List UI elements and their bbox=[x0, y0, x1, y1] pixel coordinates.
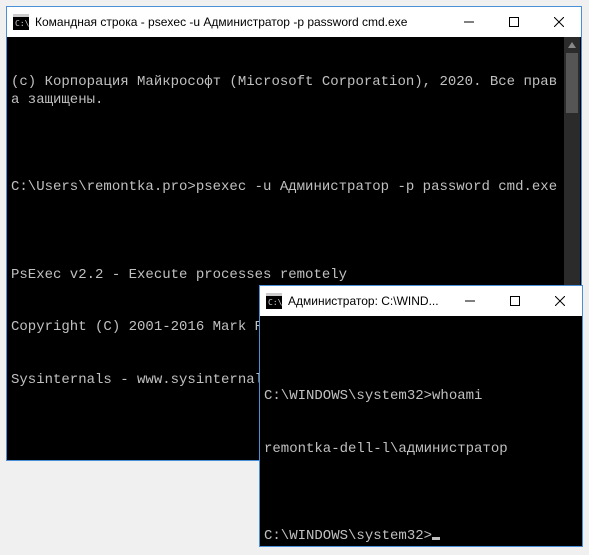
window-controls bbox=[446, 7, 581, 37]
cursor bbox=[432, 537, 440, 540]
titlebar[interactable]: C:\ Администратор: C:\WIND... bbox=[260, 286, 582, 316]
window-controls bbox=[447, 286, 582, 316]
scroll-thumb[interactable] bbox=[566, 53, 578, 113]
close-button[interactable] bbox=[537, 286, 582, 316]
cmd-window-admin: C:\ Администратор: C:\WIND... C:\WINDOWS… bbox=[259, 285, 583, 547]
cmd-icon: C:\ bbox=[13, 14, 29, 30]
prompt-text: C:\WINDOWS\system32> bbox=[264, 528, 432, 544]
window-title: Администратор: C:\WIND... bbox=[288, 294, 447, 308]
svg-text:C:\: C:\ bbox=[15, 19, 29, 28]
terminal-line: (c) Корпорация Майкрософт (Microsoft Cor… bbox=[11, 74, 563, 109]
terminal-output[interactable]: C:\WINDOWS\system32>whoami remontka-dell… bbox=[260, 316, 582, 546]
terminal-line: remontka-dell-l\администратор bbox=[264, 441, 578, 459]
scroll-up-icon[interactable] bbox=[564, 37, 580, 53]
minimize-button[interactable] bbox=[446, 7, 491, 37]
close-button[interactable] bbox=[536, 7, 581, 37]
terminal-line: PsExec v2.2 - Execute processes remotely bbox=[11, 267, 563, 285]
window-title: Командная строка - psexec -u Администрат… bbox=[35, 15, 446, 29]
maximize-button[interactable] bbox=[491, 7, 536, 37]
svg-text:C:\: C:\ bbox=[268, 298, 282, 307]
minimize-button[interactable] bbox=[447, 286, 492, 316]
terminal-line: C:\Users\remontka.pro>psexec -u Админист… bbox=[11, 179, 563, 197]
terminal-line: C:\WINDOWS\system32> bbox=[264, 528, 578, 546]
titlebar[interactable]: C:\ Командная строка - psexec -u Админис… bbox=[7, 7, 581, 37]
terminal-line: C:\WINDOWS\system32>whoami bbox=[264, 388, 578, 406]
cmd-icon: C:\ bbox=[266, 293, 282, 309]
maximize-button[interactable] bbox=[492, 286, 537, 316]
